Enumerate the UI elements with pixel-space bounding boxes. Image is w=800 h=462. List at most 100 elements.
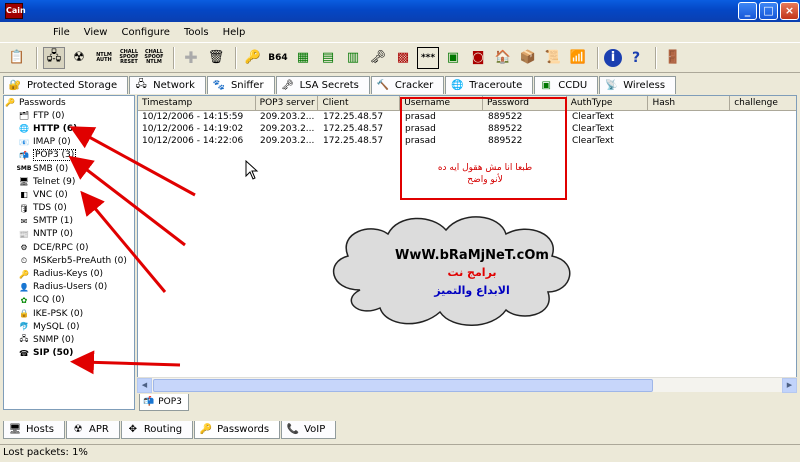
- voip-icon: 📞: [286, 424, 300, 435]
- menu-view[interactable]: View: [77, 24, 115, 42]
- add-list-icon[interactable]: 📋: [6, 47, 28, 69]
- info-icon[interactable]: i: [604, 48, 622, 67]
- tab-hosts[interactable]: 🖥 Hosts: [3, 421, 65, 439]
- tab-network[interactable]: 🖧 Network: [129, 76, 206, 94]
- tab-passwords[interactable]: 🔑 Passwords: [194, 421, 281, 439]
- cell-client: 172.25.48.57: [323, 124, 384, 134]
- radius-users-icon: 👤: [19, 282, 29, 292]
- ntlm-auth-icon[interactable]: NTLM AUTH: [93, 47, 115, 69]
- telnet-icon: 🖥: [18, 177, 30, 187]
- add-plus-icon[interactable]: ✚: [180, 47, 202, 69]
- tree-item-icq[interactable]: ✿ ICQ (0): [4, 294, 134, 307]
- app-logo[interactable]: Cain: [5, 3, 26, 19]
- apr-poison-icon[interactable]: ☢: [68, 47, 90, 69]
- wifi-icon[interactable]: 📶: [567, 47, 589, 69]
- toolbar-separator: [655, 46, 657, 69]
- column-client[interactable]: Client: [318, 96, 401, 110]
- menu-help[interactable]: Help: [216, 24, 253, 42]
- column-hash[interactable]: Hash: [648, 96, 731, 110]
- maximize-button[interactable]: □: [759, 2, 778, 20]
- menu-tools[interactable]: Tools: [177, 24, 216, 42]
- tree-item-ike-psk[interactable]: 🔒 IKE-PSK (0): [4, 307, 134, 320]
- tree-item-pop3[interactable]: 📬 POP3 (3): [4, 149, 134, 162]
- cell-pop3-server: 209.203.2...: [260, 112, 315, 122]
- tree-item-radius-keys[interactable]: 🔑 Radius-Keys (0): [4, 267, 134, 280]
- tree-item-vnc[interactable]: ◧ VNC (0): [4, 188, 134, 201]
- tree-item-tds[interactable]: 🛢 TDS (0): [4, 202, 134, 215]
- tab-sniffer[interactable]: 🐾 Sniffer: [206, 76, 275, 94]
- horizontal-scrollbar[interactable]: ◀ ▶: [137, 377, 797, 393]
- minimize-button[interactable]: _: [738, 2, 757, 20]
- tree-item-telnet[interactable]: 🖥 Telnet (9): [4, 175, 134, 188]
- sniffer-start-icon[interactable]: 🖧: [43, 46, 65, 69]
- tab-routing[interactable]: ✥ Routing: [120, 421, 194, 439]
- tree-item-smtp[interactable]: ✉ SMTP (1): [4, 215, 134, 228]
- column-authtype[interactable]: AuthType: [567, 96, 649, 110]
- help-icon[interactable]: ?: [625, 47, 647, 69]
- scroll-right-icon[interactable]: ▶: [782, 378, 797, 393]
- traceroute-icon: 🌐: [451, 80, 464, 91]
- tree-item-imap[interactable]: 📧 IMAP (0): [4, 136, 134, 149]
- decoder-icon[interactable]: 🔑: [242, 47, 264, 69]
- chall-spoof-reset-icon[interactable]: CHALL SPOOF RESET: [118, 47, 140, 69]
- network-icon: 🖧: [135, 79, 147, 90]
- snmp-icon: 🖧: [19, 333, 29, 343]
- passwords-tree: 🔑 Passwords 🗂 FTP (0) 🌐 HTTP (6) 📧 IMAP (0) …: [3, 95, 135, 410]
- tree-item-ftp[interactable]: 🗂 FTP (0): [4, 109, 134, 122]
- tab-cracker[interactable]: 🔨 Cracker: [370, 76, 445, 94]
- vpn-icon[interactable]: ▥: [342, 47, 364, 69]
- tree-item-smb[interactable]: SMB SMB (0): [4, 162, 134, 175]
- tree-item-sip[interactable]: ☎ SIP (50): [4, 347, 134, 360]
- tree-item-nntp[interactable]: 📰 NNTP (0): [4, 228, 134, 241]
- base64-icon[interactable]: B64: [267, 47, 289, 69]
- tab-protected-storage[interactable]: 🔐 Protected Storage: [3, 76, 129, 94]
- packet-icon[interactable]: 📜: [542, 47, 564, 69]
- radius-keys-icon: 🔑: [19, 269, 29, 279]
- tab-traceroute[interactable]: 🌐 Traceroute: [445, 76, 534, 94]
- exit-icon[interactable]: 🚪: [662, 47, 684, 69]
- remove-icon[interactable]: 🗑: [205, 47, 227, 69]
- tree-item-dcerpc[interactable]: ⚙ DCE/RPC (0): [4, 241, 134, 254]
- terminal-icon[interactable]: ▣: [442, 47, 464, 69]
- tab-ccdu[interactable]: ▣ CCDU: [534, 76, 599, 94]
- key-icon[interactable]: 🗝: [367, 47, 389, 69]
- tree-item-http[interactable]: 🌐 HTTP (6): [4, 122, 134, 135]
- tree-item-mysql[interactable]: 🐬 MySQL (0): [4, 320, 134, 333]
- smtp-icon: ✉: [20, 216, 28, 226]
- tab-lsa-secrets[interactable]: 🗝 LSA Secrets: [275, 76, 370, 94]
- column-timestamp[interactable]: Timestamp: [138, 96, 256, 110]
- lm-hash-icon[interactable]: ▤: [317, 47, 339, 69]
- ike-psk-icon: 🔒: [19, 309, 29, 319]
- column-challenge[interactable]: challenge: [730, 96, 796, 110]
- close-button[interactable]: ×: [780, 2, 799, 20]
- dcerpc-icon: ⚙: [20, 243, 28, 253]
- kerberos-icon: ⏲: [20, 255, 28, 265]
- column-pop3-server[interactable]: POP3 server: [256, 96, 319, 110]
- password-stars-icon[interactable]: ***: [417, 46, 439, 69]
- scroll-thumb[interactable]: [153, 379, 653, 392]
- cell-timestamp: 10/12/2006 - 14:15:59: [142, 112, 244, 122]
- tab-wireless[interactable]: 📡 Wireless: [599, 76, 677, 94]
- tree-root-passwords[interactable]: 🔑 Passwords: [4, 96, 134, 109]
- toolbar: 📋 🖧 ☢ NTLM AUTH CHALL SPOOF RESET CHALL …: [0, 42, 800, 73]
- cloud-title-text: برامج نت: [447, 266, 497, 279]
- tab-voip[interactable]: 📞 VoIP: [281, 421, 337, 439]
- menu-file[interactable]: File: [46, 24, 77, 42]
- wireless-scan-icon[interactable]: ◙: [467, 47, 489, 69]
- cell-authtype: ClearText: [572, 124, 614, 134]
- dictionary-icon[interactable]: 📦: [517, 47, 539, 69]
- chall-spoof-ntlm-icon[interactable]: CHALL SPOOF NTLM: [143, 47, 165, 69]
- tab-apr[interactable]: ☢ APR: [65, 421, 120, 439]
- scroll-left-icon[interactable]: ◀: [137, 378, 152, 393]
- tree-item-snmp[interactable]: 🖧 SNMP (0): [4, 333, 134, 346]
- tab-pop3[interactable]: 📬 POP3: [139, 394, 189, 411]
- title-bar: Cain _ □ ×: [0, 0, 800, 22]
- cell-authtype: ClearText: [572, 136, 614, 146]
- tree-item-radius-users[interactable]: 👤 Radius-Users (0): [4, 281, 134, 294]
- tree-item-mskerb5[interactable]: ⏲ MSKerb5-PreAuth (0): [4, 254, 134, 267]
- cell-client: 172.25.48.57: [323, 136, 384, 146]
- network-map-icon[interactable]: 🏠: [492, 47, 514, 69]
- menu-configure[interactable]: Configure: [114, 24, 176, 42]
- hash-calc-icon[interactable]: ▦: [292, 47, 314, 69]
- rsa-icon[interactable]: ▩: [392, 47, 414, 69]
